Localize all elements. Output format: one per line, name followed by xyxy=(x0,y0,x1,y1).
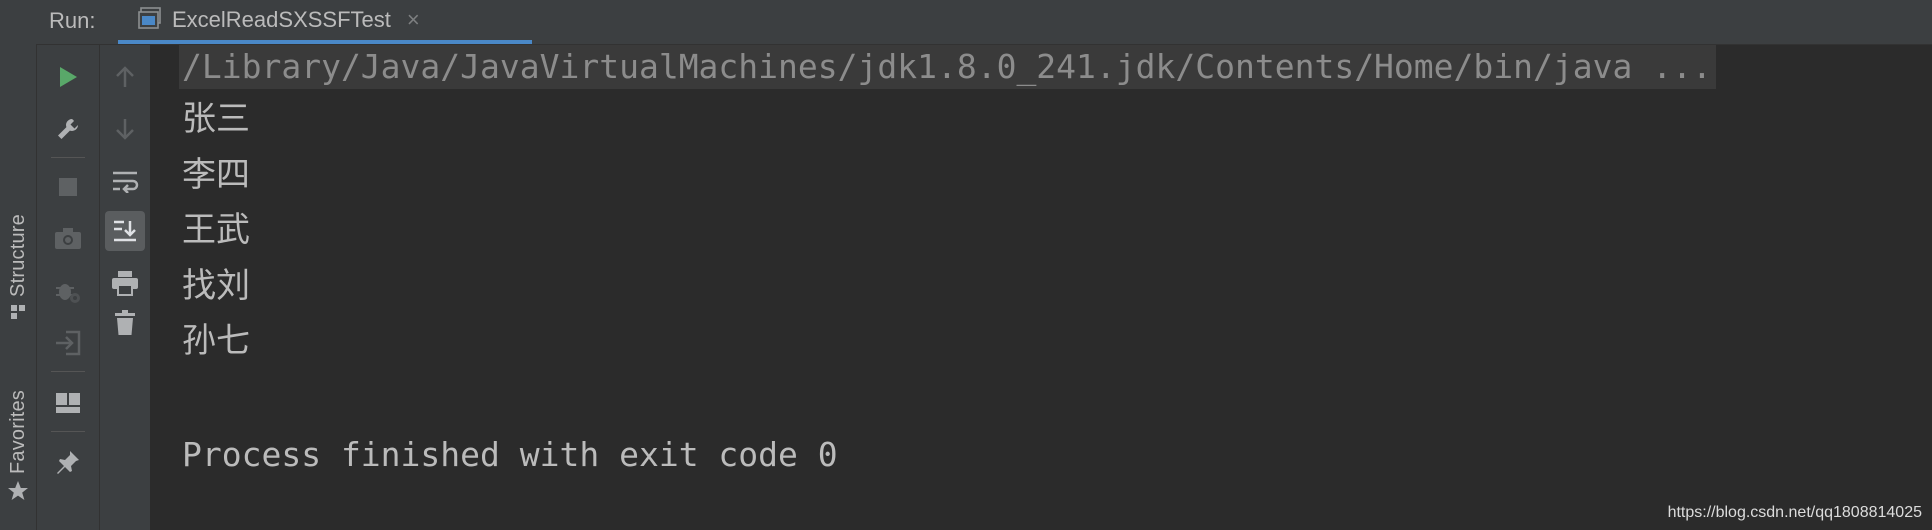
pin-tab-button[interactable] xyxy=(48,442,88,482)
run-icon xyxy=(60,67,77,87)
exit-button[interactable] xyxy=(48,323,88,363)
stop-icon xyxy=(59,178,77,196)
toolbar-separator xyxy=(51,371,85,372)
structure-icon xyxy=(9,303,27,326)
arrow-down-icon xyxy=(116,119,134,140)
soft-wrap-button[interactable] xyxy=(105,161,145,201)
structure-tab[interactable]: Structure xyxy=(0,214,36,326)
run-tool-window: Structure Favorites Run: ExcelReadSXSSFT… xyxy=(0,0,1932,530)
scroll-to-end-icon xyxy=(114,220,136,242)
secondary-toolbar xyxy=(100,45,151,530)
stop-button[interactable] xyxy=(48,167,88,207)
star-icon xyxy=(7,480,29,507)
primary-toolbar xyxy=(37,45,100,530)
camera-icon xyxy=(55,228,81,249)
print-button[interactable] xyxy=(105,263,145,303)
edit-configuration-button[interactable] xyxy=(48,109,88,149)
output-line: 张三 xyxy=(182,99,250,139)
tab-excel-read-sxssf-test[interactable]: ExcelReadSXSSFTest × xyxy=(118,0,532,44)
output-line: 孙七 xyxy=(182,321,250,361)
left-tool-stripe: Structure Favorites xyxy=(0,0,37,530)
favorites-tab-label: Favorites xyxy=(6,390,29,475)
restore-layout-button[interactable] xyxy=(48,383,88,423)
pin-icon xyxy=(57,451,79,474)
structure-tab-label: Structure xyxy=(6,214,29,297)
run-button[interactable] xyxy=(48,57,88,97)
output-line: 李四 xyxy=(182,155,250,195)
layout-icon xyxy=(56,393,80,413)
toolbar-separator xyxy=(51,431,85,432)
wrench-icon xyxy=(58,119,78,139)
console-output[interactable]: /Library/Java/JavaVirtualMachines/jdk1.8… xyxy=(151,45,1932,530)
command-line[interactable]: /Library/Java/JavaVirtualMachines/jdk1.8… xyxy=(179,45,1716,89)
toolbar-separator xyxy=(51,157,85,158)
login-icon xyxy=(56,330,81,356)
trash-icon xyxy=(115,310,135,335)
watermark: https://blog.csdn.net/qq1808814025 xyxy=(1667,504,1922,521)
clear-all-button[interactable] xyxy=(105,303,145,343)
favorites-tab[interactable]: Favorites xyxy=(0,390,36,507)
next-occurrence-button[interactable] xyxy=(105,109,145,149)
run-label: Run: xyxy=(49,8,96,33)
arrow-up-icon xyxy=(116,66,134,87)
output-line: 找刘 xyxy=(182,266,250,306)
run-config-icon xyxy=(138,6,162,34)
output-line: 王武 xyxy=(182,210,250,250)
exit-message: Process finished with exit code 0 xyxy=(182,435,838,474)
bug-settings-icon xyxy=(56,284,80,303)
scroll-to-end-button[interactable] xyxy=(105,211,145,251)
debug-settings-button[interactable] xyxy=(48,271,88,311)
print-icon xyxy=(112,271,138,296)
previous-occurrence-button[interactable] xyxy=(105,57,145,97)
tab-label: ExcelReadSXSSFTest xyxy=(172,7,391,32)
close-tab-icon[interactable]: × xyxy=(407,7,420,33)
soft-wrap-icon xyxy=(113,171,139,193)
run-header: Run: ExcelReadSXSSFTest × xyxy=(36,0,1932,45)
dump-threads-button[interactable] xyxy=(48,219,88,259)
